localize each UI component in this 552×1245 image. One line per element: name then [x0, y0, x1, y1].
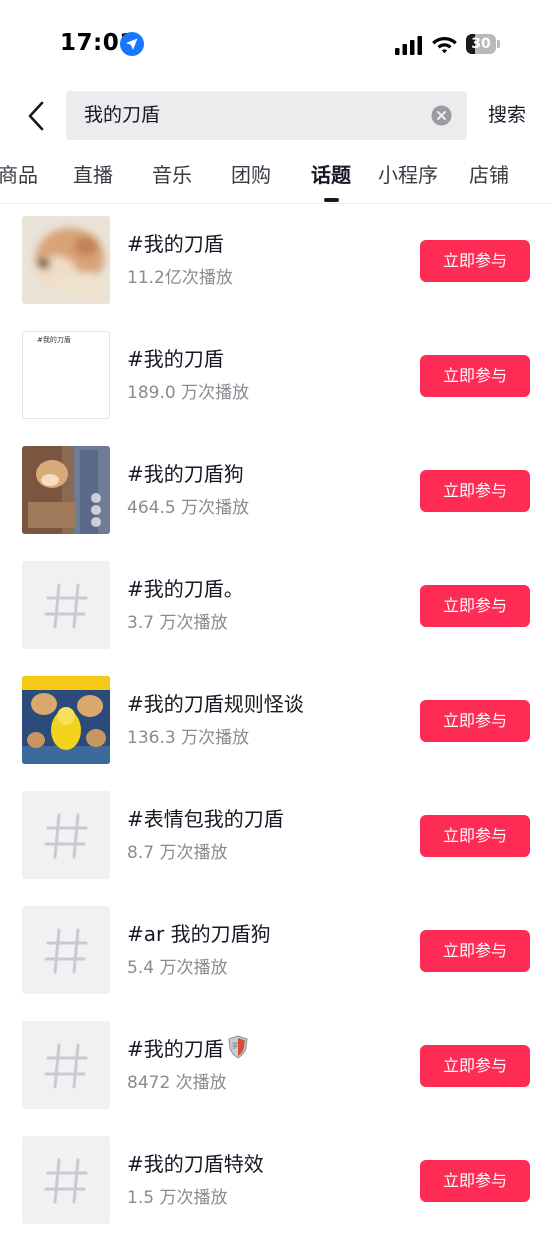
- join-button[interactable]: 立即参与: [420, 355, 530, 397]
- topic-play-count: 136.3 万次播放: [127, 728, 250, 748]
- topic-title: #表情包我的刀盾: [127, 807, 284, 831]
- hash-icon: [44, 583, 88, 629]
- back-button[interactable]: [22, 97, 52, 135]
- topic-title: #我的刀盾特效: [127, 1152, 264, 1176]
- search-input[interactable]: 我的刀盾: [66, 91, 467, 140]
- topic-play-count: 11.2亿次播放: [127, 268, 233, 288]
- topic-thumbnail-text: #我的刀盾: [22, 331, 110, 419]
- hash-icon: [44, 813, 88, 859]
- tab-shops[interactable]: 店铺: [469, 160, 509, 190]
- topic-play-count: 1.5 万次播放: [127, 1188, 228, 1208]
- join-button[interactable]: 立即参与: [420, 470, 530, 512]
- topic-row[interactable]: #我的刀盾 8472 次播放 立即参与: [0, 1015, 552, 1130]
- battery-tip: [497, 40, 500, 48]
- topic-row[interactable]: #我的刀盾规则怪谈 136.3 万次播放 立即参与: [0, 670, 552, 785]
- hash-icon: [44, 1158, 88, 1204]
- shield-emoji-icon: [228, 1035, 248, 1059]
- topic-play-count: 464.5 万次播放: [127, 498, 250, 518]
- topic-thumbnail-placeholder: [22, 1136, 110, 1224]
- topic-row[interactable]: #我的刀盾狗 464.5 万次播放 立即参与: [0, 440, 552, 555]
- game-cartoon-image: [22, 676, 110, 764]
- tab-topics[interactable]: 话题: [311, 160, 351, 190]
- dog-video-image: [22, 446, 110, 534]
- battery-body: 30: [466, 34, 496, 54]
- doge-image: [22, 216, 110, 304]
- topic-row[interactable]: #我的刀盾 #我的刀盾 189.0 万次播放 立即参与: [0, 325, 552, 440]
- hash-icon: [44, 928, 88, 974]
- topic-row[interactable]: #我的刀盾特效 1.5 万次播放 立即参与: [0, 1130, 552, 1245]
- search-button[interactable]: 搜索: [488, 100, 526, 130]
- topic-play-count: 8.7 万次播放: [127, 843, 228, 863]
- topic-play-count: 5.4 万次播放: [127, 958, 228, 978]
- join-button[interactable]: 立即参与: [420, 700, 530, 742]
- category-tabs: 商品 直播 音乐 团购 话题 小程序 店铺: [0, 152, 552, 204]
- topic-row[interactable]: #我的刀盾。 3.7 万次播放 立即参与: [0, 555, 552, 670]
- thumbnail-caption: #我的刀盾: [37, 336, 71, 344]
- battery-level-text: 30: [471, 36, 491, 52]
- join-button[interactable]: 立即参与: [420, 1160, 530, 1202]
- join-button[interactable]: 立即参与: [420, 815, 530, 857]
- tab-mini-programs[interactable]: 小程序: [378, 160, 438, 190]
- tabs-divider: [0, 203, 552, 204]
- topic-title-text: #我的刀盾: [127, 1037, 224, 1061]
- active-tab-indicator: [324, 198, 339, 202]
- join-button[interactable]: 立即参与: [420, 930, 530, 972]
- hash-icon: [44, 1043, 88, 1089]
- tab-group-buy[interactable]: 团购: [231, 160, 271, 190]
- topic-row[interactable]: #ar 我的刀盾狗 5.4 万次播放 立即参与: [0, 900, 552, 1015]
- topic-title: #ar 我的刀盾狗: [127, 922, 271, 946]
- topic-thumbnail-game: [22, 676, 110, 764]
- topic-thumbnail-placeholder: [22, 791, 110, 879]
- topic-thumbnail-placeholder: [22, 561, 110, 649]
- wifi-icon: [432, 37, 457, 54]
- topic-title-with-icon: #我的刀盾: [127, 1035, 248, 1063]
- topic-thumbnail-dog-video: [22, 446, 110, 534]
- tab-music[interactable]: 音乐: [152, 160, 192, 190]
- search-input-value: 我的刀盾: [84, 104, 161, 126]
- tab-live[interactable]: 直播: [73, 160, 113, 190]
- status-bar: 17:01 30: [0, 0, 552, 90]
- topic-play-count: 8472 次播放: [127, 1073, 227, 1093]
- location-arrow-icon: [120, 32, 144, 56]
- topic-title: #我的刀盾: [127, 232, 224, 256]
- topic-thumbnail-placeholder: [22, 1021, 110, 1109]
- topic-title: #我的刀盾: [127, 347, 224, 371]
- topic-thumbnail-placeholder: [22, 906, 110, 994]
- topic-row[interactable]: #我的刀盾 11.2亿次播放 立即参与: [0, 210, 552, 325]
- join-button[interactable]: 立即参与: [420, 585, 530, 627]
- topic-row[interactable]: #表情包我的刀盾 8.7 万次播放 立即参与: [0, 785, 552, 900]
- topic-title: #我的刀盾。: [127, 577, 244, 601]
- battery-indicator: 30: [466, 34, 500, 54]
- tab-products[interactable]: 商品: [0, 160, 38, 190]
- topic-title: #我的刀盾狗: [127, 462, 244, 486]
- join-button[interactable]: 立即参与: [420, 1045, 530, 1087]
- cellular-signal-icon: [395, 36, 422, 55]
- topic-play-count: 3.7 万次播放: [127, 613, 228, 633]
- clear-search-icon[interactable]: [431, 105, 452, 126]
- topic-title: #我的刀盾规则怪谈: [127, 692, 304, 716]
- topic-thumbnail-doge: [22, 216, 110, 304]
- topic-play-count: 189.0 万次播放: [127, 383, 250, 403]
- join-button[interactable]: 立即参与: [420, 240, 530, 282]
